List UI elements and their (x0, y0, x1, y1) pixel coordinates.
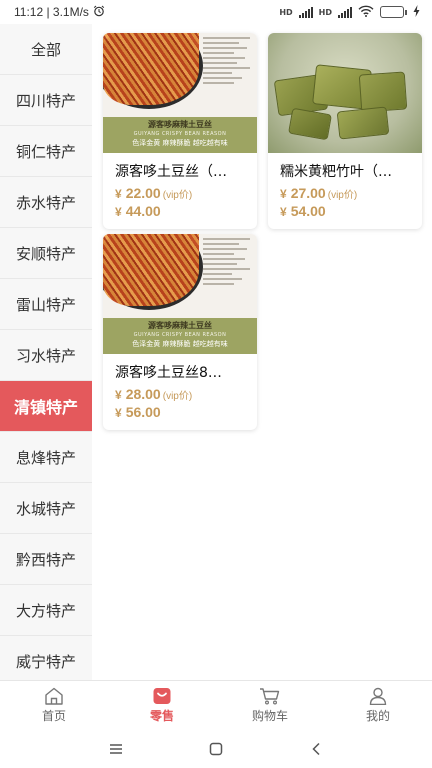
product-banner: 源客哆麻辣土豆丝 GUIYANG CRISPY BEAN REASON 色泽金黄… (103, 117, 257, 153)
sidebar-item[interactable]: 清镇特产 (0, 381, 92, 432)
vip-price: ¥22.00 (vip价) (115, 185, 193, 201)
nav-mine-label: 我的 (365, 709, 390, 723)
back-icon[interactable] (306, 739, 326, 759)
bottom-navigation: 首页 零售 购物车 我的 (0, 680, 432, 730)
product-card[interactable]: 源客哆麻辣土豆丝 GUIYANG CRISPY BEAN REASON 色泽金黄… (103, 234, 257, 430)
banner-title: 源客哆麻辣土豆丝 (148, 321, 212, 330)
network-hd-label-2: HD (318, 7, 332, 17)
banner-slogan: 色泽金黄 麻辣酥脆 越吃越有味 (132, 340, 228, 348)
signal-icon-2 (338, 6, 352, 18)
signal-icon (298, 6, 313, 18)
battery-percent: 76 (386, 7, 398, 16)
sidebar-item[interactable]: 习水特产 (0, 330, 92, 381)
shopping-bag-icon (151, 687, 173, 705)
nav-mine[interactable]: 我的 (324, 681, 432, 730)
product-name: 糯米黄粑竹叶（… (280, 164, 392, 180)
product-name: 源客哆土豆丝8… (115, 365, 222, 381)
product-name: 源客哆土豆丝（… (115, 164, 227, 180)
charging-icon (413, 4, 420, 20)
nav-cart-label: 购物车 (251, 709, 288, 723)
cart-icon (259, 687, 281, 705)
home-square-icon[interactable] (206, 739, 226, 759)
user-icon (367, 687, 389, 705)
battery-icon: 76 (380, 6, 407, 18)
regular-price: ¥56.00 (115, 404, 161, 420)
nav-home-label: 首页 (41, 709, 66, 723)
product-image (268, 33, 422, 153)
banner-subtitle: GUIYANG CRISPY BEAN REASON (133, 332, 227, 338)
nav-home[interactable]: 首页 (0, 681, 108, 730)
sidebar-item[interactable]: 安顺特产 (0, 228, 92, 279)
network-hd-label-1: HD (279, 7, 293, 17)
nav-cart[interactable]: 购物车 (216, 681, 324, 730)
wifi-icon (358, 5, 374, 20)
product-card[interactable]: 糯米黄粑竹叶（… ¥27.00 (vip价) ¥54.00 (268, 33, 422, 229)
status-bar: 11:12 | 3.1M/s HD HD 76 (0, 0, 432, 24)
sidebar-item[interactable]: 水城特产 (0, 483, 92, 534)
banner-subtitle: GUIYANG CRISPY BEAN REASON (133, 131, 227, 137)
product-image: 源客哆麻辣土豆丝 GUIYANG CRISPY BEAN REASON 色泽金黄… (103, 234, 257, 354)
nav-retail-label: 零售 (149, 709, 174, 723)
regular-price: ¥44.00 (115, 203, 161, 219)
sidebar-item[interactable]: 黔西特产 (0, 534, 92, 585)
banner-slogan: 色泽金黄 麻辣酥脆 越吃越有味 (132, 139, 228, 147)
sidebar-item[interactable]: 赤水特产 (0, 177, 92, 228)
category-sidebar[interactable]: 全部 四川特产 铜仁特产 赤水特产 安顺特产 雷山特产 习水特产 清镇特产 息烽特产 水城特产 黔西… (0, 24, 92, 680)
sidebar-item[interactable]: 全部 (0, 24, 92, 75)
sidebar-item[interactable]: 大方特产 (0, 585, 92, 636)
banner-title: 源客哆麻辣土豆丝 (148, 120, 212, 129)
product-image: 源客哆麻辣土豆丝 GUIYANG CRISPY BEAN REASON 色泽金黄… (103, 33, 257, 153)
nav-retail[interactable]: 零售 (108, 681, 216, 730)
vip-price: ¥27.00 (vip价) (280, 185, 358, 201)
sidebar-item[interactable]: 息烽特产 (0, 432, 92, 483)
sidebar-item[interactable]: 雷山特产 (0, 279, 92, 330)
product-grid: 源客哆麻辣土豆丝 GUIYANG CRISPY BEAN REASON 色泽金黄… (92, 24, 432, 680)
vip-price: ¥28.00 (vip价) (115, 386, 193, 402)
home-icon (43, 687, 65, 705)
sidebar-item[interactable]: 四川特产 (0, 75, 92, 126)
sidebar-item[interactable]: 铜仁特产 (0, 126, 92, 177)
system-navigation-bar (0, 730, 432, 768)
status-time-speed: 11:12 | 3.1M/s (14, 5, 89, 19)
product-banner: 源客哆麻辣土豆丝 GUIYANG CRISPY BEAN REASON 色泽金黄… (103, 318, 257, 354)
menu-icon[interactable] (106, 739, 126, 759)
regular-price: ¥54.00 (280, 203, 326, 219)
sidebar-item[interactable]: 威宁特产 (0, 636, 92, 680)
alarm-clock-icon (93, 5, 105, 20)
product-card[interactable]: 源客哆麻辣土豆丝 GUIYANG CRISPY BEAN REASON 色泽金黄… (103, 33, 257, 229)
